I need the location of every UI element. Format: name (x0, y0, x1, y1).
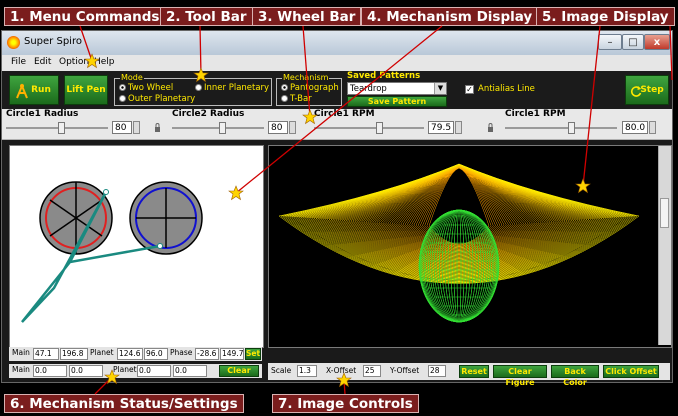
star-marker-icon (193, 67, 209, 83)
pointer-line (302, 25, 311, 118)
annotation-overlay (79, 25, 673, 395)
star-marker-icon (575, 178, 591, 194)
pointer-line (669, 25, 673, 81)
star-marker-icon (302, 109, 318, 125)
pointer-line (582, 25, 601, 187)
star-marker-icon (84, 53, 100, 69)
pointer-line (235, 25, 443, 194)
star-marker-icon (228, 185, 244, 201)
pointer-line (79, 25, 93, 62)
